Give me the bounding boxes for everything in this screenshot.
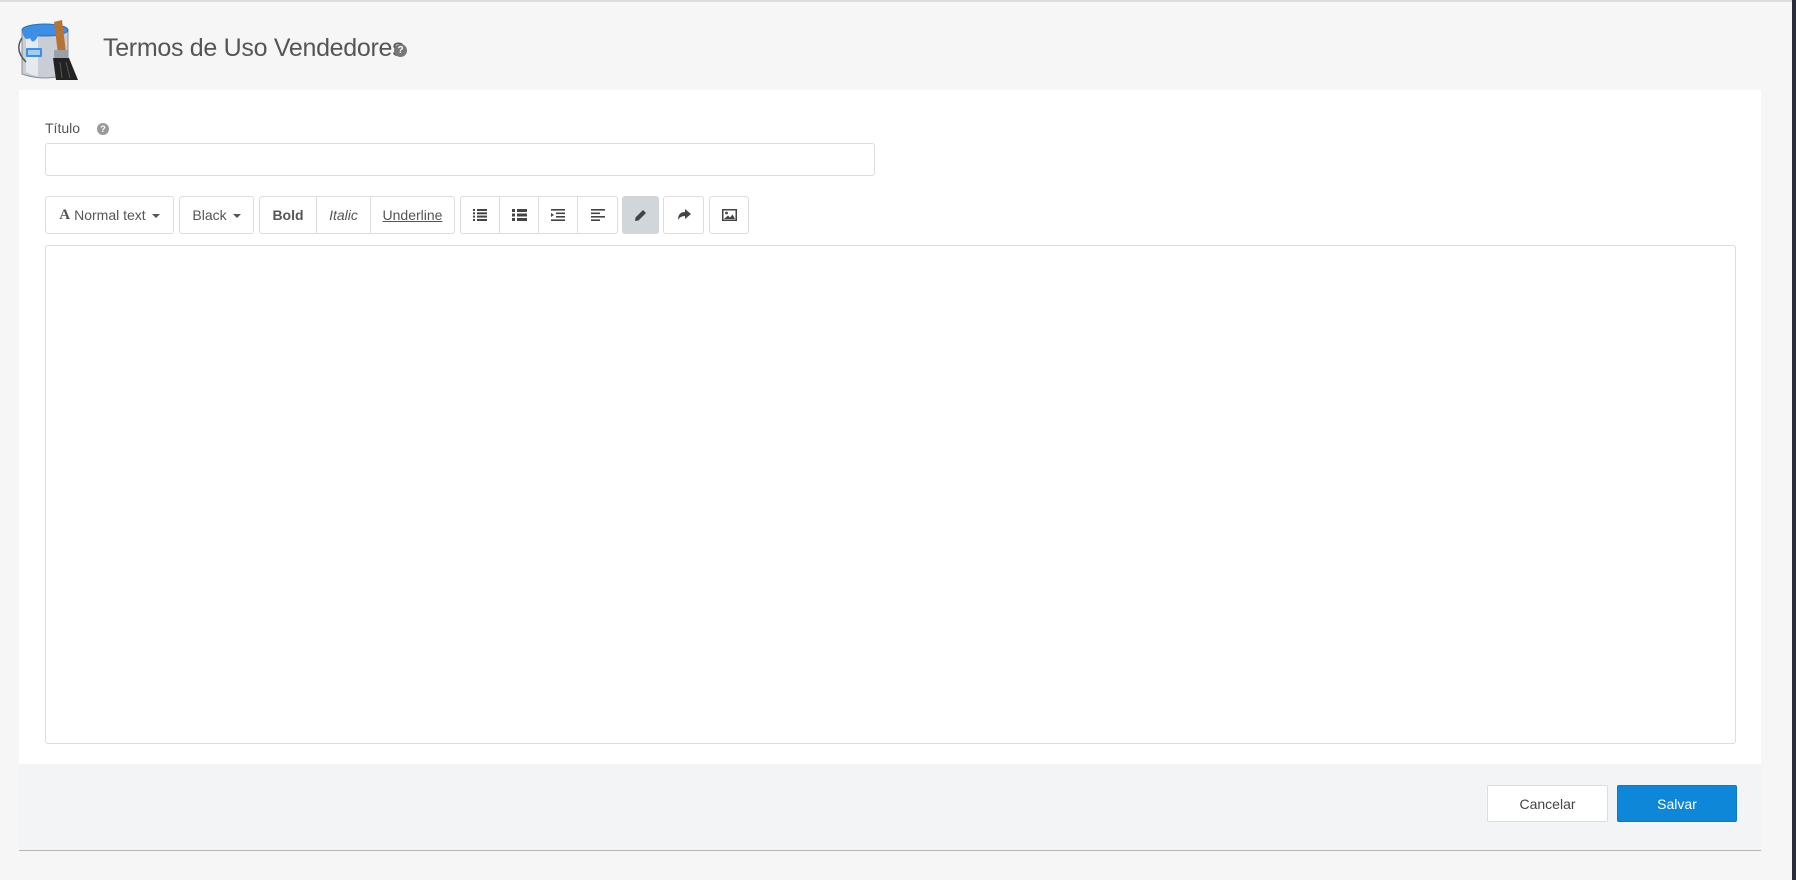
indent-icon [590,209,605,221]
image-group [709,196,749,234]
title-input[interactable] [45,143,875,176]
chevron-down-icon [151,214,160,218]
ordered-list-button[interactable] [500,197,539,233]
ordered-list-icon [511,209,527,221]
content-card: Título ? A Normal text Black Bold Italic… [19,90,1761,851]
title-label: Título [45,120,81,136]
pencil-icon [635,209,646,221]
edit-html-button[interactable] [623,197,658,233]
window-edge [1792,0,1796,880]
paint-bucket-brush-icon [18,20,78,80]
cancel-button[interactable]: Cancelar [1487,785,1608,822]
unordered-list-button[interactable] [461,197,500,233]
image-icon [721,209,737,221]
page-title: Termos de Uso Vendedores [103,34,405,62]
font-icon: A [59,206,71,223]
redo-button[interactable] [664,197,703,233]
page-header: Termos de Uso Vendedores ? [0,2,1792,90]
font-color-button[interactable]: Black [180,197,253,233]
outdent-icon [551,209,565,221]
redo-icon [677,209,691,220]
unordered-list-icon [473,209,487,221]
edit-html-group [622,196,659,234]
text-format-group: Bold Italic Underline [259,196,455,234]
font-style-label: Normal text [74,207,146,223]
font-style-dropdown[interactable]: A Normal text [45,196,174,234]
insert-image-button[interactable] [710,197,748,233]
bold-button[interactable]: Bold [260,197,317,233]
italic-button[interactable]: Italic [317,197,371,233]
title-help-icon[interactable]: ? [97,123,109,135]
underline-button[interactable]: Underline [371,197,454,233]
help-icon[interactable]: ? [394,44,407,57]
text-editor[interactable] [45,245,1736,744]
font-color-label: Black [192,207,227,223]
font-color-dropdown[interactable]: Black [179,196,254,234]
list-indent-group [460,196,618,234]
chevron-down-icon [232,214,241,218]
outdent-button[interactable] [539,197,578,233]
indent-button[interactable] [578,197,617,233]
font-style-button[interactable]: A Normal text [46,197,173,233]
redo-group [663,196,704,234]
save-button[interactable]: Salvar [1617,785,1737,822]
form-footer: Cancelar Salvar [19,764,1761,850]
